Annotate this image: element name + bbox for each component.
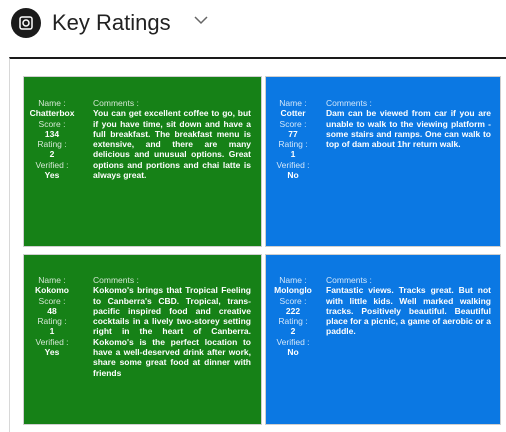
comments-label: Comments :	[326, 98, 372, 108]
name-value: Molonglo	[274, 285, 312, 296]
rating-label: Rating :	[278, 316, 308, 327]
rating-value: 1	[290, 149, 296, 160]
verified-label: Verified :	[276, 159, 310, 170]
card-comments: Comments : Kokomo's brings that Tropical…	[93, 275, 251, 378]
name-value: Chatterbox	[29, 108, 75, 119]
verified-value: Yes	[44, 347, 60, 358]
verified-value: Yes	[44, 170, 60, 181]
verified-label: Verified :	[35, 159, 69, 170]
rating-label: Rating :	[278, 139, 308, 150]
card-meta: Name : Molonglo Score : 222 Rating : 2 V…	[268, 275, 318, 357]
comments-text: You can get excellent coffee to go, but …	[93, 108, 251, 181]
name-label: Name :	[279, 275, 307, 285]
score-label: Score :	[38, 118, 66, 129]
comments-text: Dam can be viewed from car if you are un…	[326, 108, 491, 150]
score-label: Score :	[279, 118, 307, 129]
comments-label: Comments :	[326, 275, 372, 285]
card-meta: Name : Kokomo Score : 48 Rating : 1 Veri…	[27, 275, 77, 357]
app-logo-icon	[11, 8, 41, 38]
score-value: 134	[44, 128, 60, 139]
verified-label: Verified :	[276, 336, 310, 347]
page-header: Key Ratings	[0, 0, 506, 50]
name-label: Name :	[38, 275, 66, 285]
report-canvas: Name : Chatterbox Score : 134 Rating : 2…	[9, 57, 506, 432]
rating-card-cotter[interactable]: Name : Cotter Score : 77 Rating : 1 Veri…	[265, 76, 501, 247]
comments-label: Comments :	[93, 275, 139, 285]
name-label: Name :	[279, 98, 307, 108]
score-value: 48	[47, 305, 57, 316]
chevron-down-icon[interactable]	[194, 15, 208, 25]
page-title: Key Ratings	[52, 10, 171, 35]
comments-text: Fantastic views. Tracks great. But not w…	[326, 285, 491, 337]
verified-value: No	[287, 347, 299, 358]
name-value: Kokomo	[35, 285, 69, 296]
score-value: 77	[288, 128, 298, 139]
rating-value: 1	[49, 326, 55, 337]
rating-value: 2	[49, 149, 55, 160]
card-comments: Comments : Fantastic views. Tracks great…	[326, 275, 491, 337]
verified-label: Verified :	[35, 336, 69, 347]
comments-text: Kokomo's brings that Tropical Feeling to…	[93, 285, 251, 378]
rating-label: Rating :	[37, 316, 67, 327]
verified-value: No	[287, 170, 299, 181]
card-comments: Comments : Dam can be viewed from car if…	[326, 98, 491, 149]
name-label: Name :	[38, 98, 66, 108]
rating-label: Rating :	[37, 139, 67, 150]
score-label: Score :	[38, 295, 66, 306]
card-meta: Name : Chatterbox Score : 134 Rating : 2…	[27, 98, 77, 180]
name-value: Cotter	[280, 108, 306, 119]
score-label: Score :	[279, 295, 307, 306]
rating-card-kokomo[interactable]: Name : Kokomo Score : 48 Rating : 1 Veri…	[23, 254, 262, 425]
rating-card-molonglo[interactable]: Name : Molonglo Score : 222 Rating : 2 V…	[265, 254, 501, 425]
score-value: 222	[285, 305, 301, 316]
comments-label: Comments :	[93, 98, 139, 108]
card-meta: Name : Cotter Score : 77 Rating : 1 Veri…	[268, 98, 318, 180]
rating-card-chatterbox[interactable]: Name : Chatterbox Score : 134 Rating : 2…	[23, 76, 262, 247]
card-comments: Comments : You can get excellent coffee …	[93, 98, 251, 180]
rating-value: 2	[290, 326, 296, 337]
